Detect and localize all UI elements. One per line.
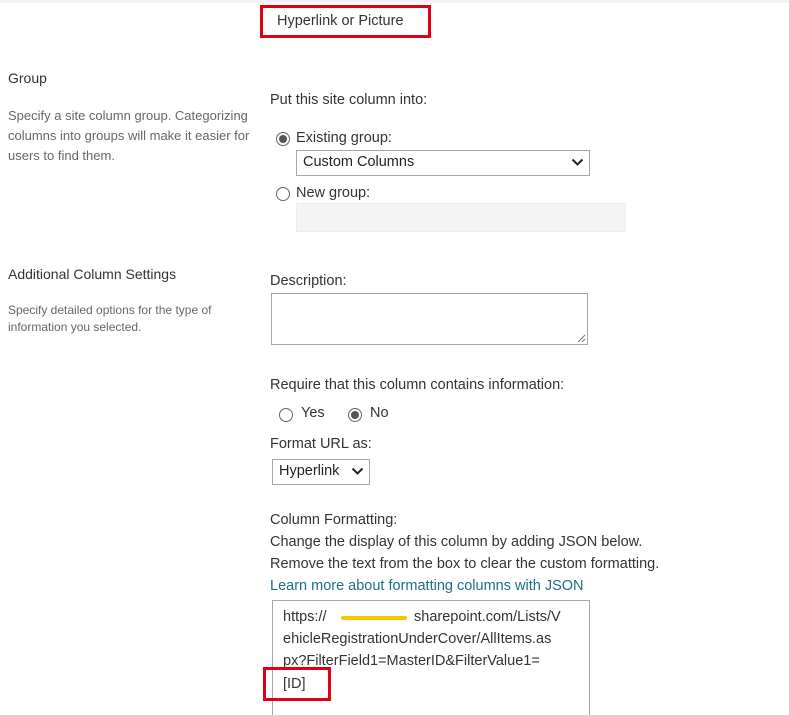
require-yes-radio[interactable] [279,408,293,422]
top-divider [0,0,789,3]
json-line-4: [ID] [283,676,306,692]
chevron-down-icon [571,158,584,166]
additional-settings-title: Additional Column Settings [8,266,177,282]
new-group-label: New group: [296,185,371,201]
json-line-2: ehicleRegistrationUnderCover/AllItems.as [283,631,552,647]
column-formatting-label: Column Formatting: [270,512,398,528]
column-type-label: Hyperlink or Picture [277,13,404,29]
new-group-input[interactable] [296,203,626,232]
group-section-title: Group [8,70,47,86]
redaction-mark [341,616,407,620]
require-yes-label: Yes [301,405,325,421]
existing-group-select-value: Custom Columns [303,154,415,170]
learn-more-link[interactable]: Learn more about formatting columns with… [270,578,584,594]
json-line-1b: sharepoint.com/Lists/V [414,609,561,625]
put-into-label: Put this site column into: [270,92,428,108]
require-no-label: No [370,405,389,421]
chevron-down-icon [351,467,364,475]
column-formatting-help-2: Remove the text from the box to clear th… [270,556,660,572]
json-line-1: https:// [283,609,327,625]
group-section-description: Specify a site column group. Categorizin… [8,108,250,163]
existing-group-radio[interactable] [276,132,290,146]
description-label: Description: [270,273,347,289]
existing-group-select[interactable]: Custom Columns [296,150,590,176]
additional-settings-description: Specify detailed options for the type of… [8,303,212,334]
format-url-select-value: Hyperlink [279,463,340,479]
description-textarea[interactable] [271,293,588,345]
column-formatting-json-textarea[interactable]: https:// sharepoint.com/Lists/V ehicleRe… [272,600,590,715]
column-settings-page: Hyperlink or Picture Group Specify a sit… [0,0,789,715]
require-info-label: Require that this column contains inform… [270,377,565,393]
format-url-label: Format URL as: [270,436,372,452]
new-group-radio[interactable] [276,187,290,201]
json-line-3: px?FilterField1=MasterID&FilterValue1= [283,653,540,669]
require-no-radio[interactable] [348,408,362,422]
resize-grip-icon[interactable] [577,334,586,343]
existing-group-label: Existing group: [296,130,392,146]
format-url-select[interactable]: Hyperlink [272,459,370,485]
column-formatting-help-1: Change the display of this column by add… [270,534,643,550]
